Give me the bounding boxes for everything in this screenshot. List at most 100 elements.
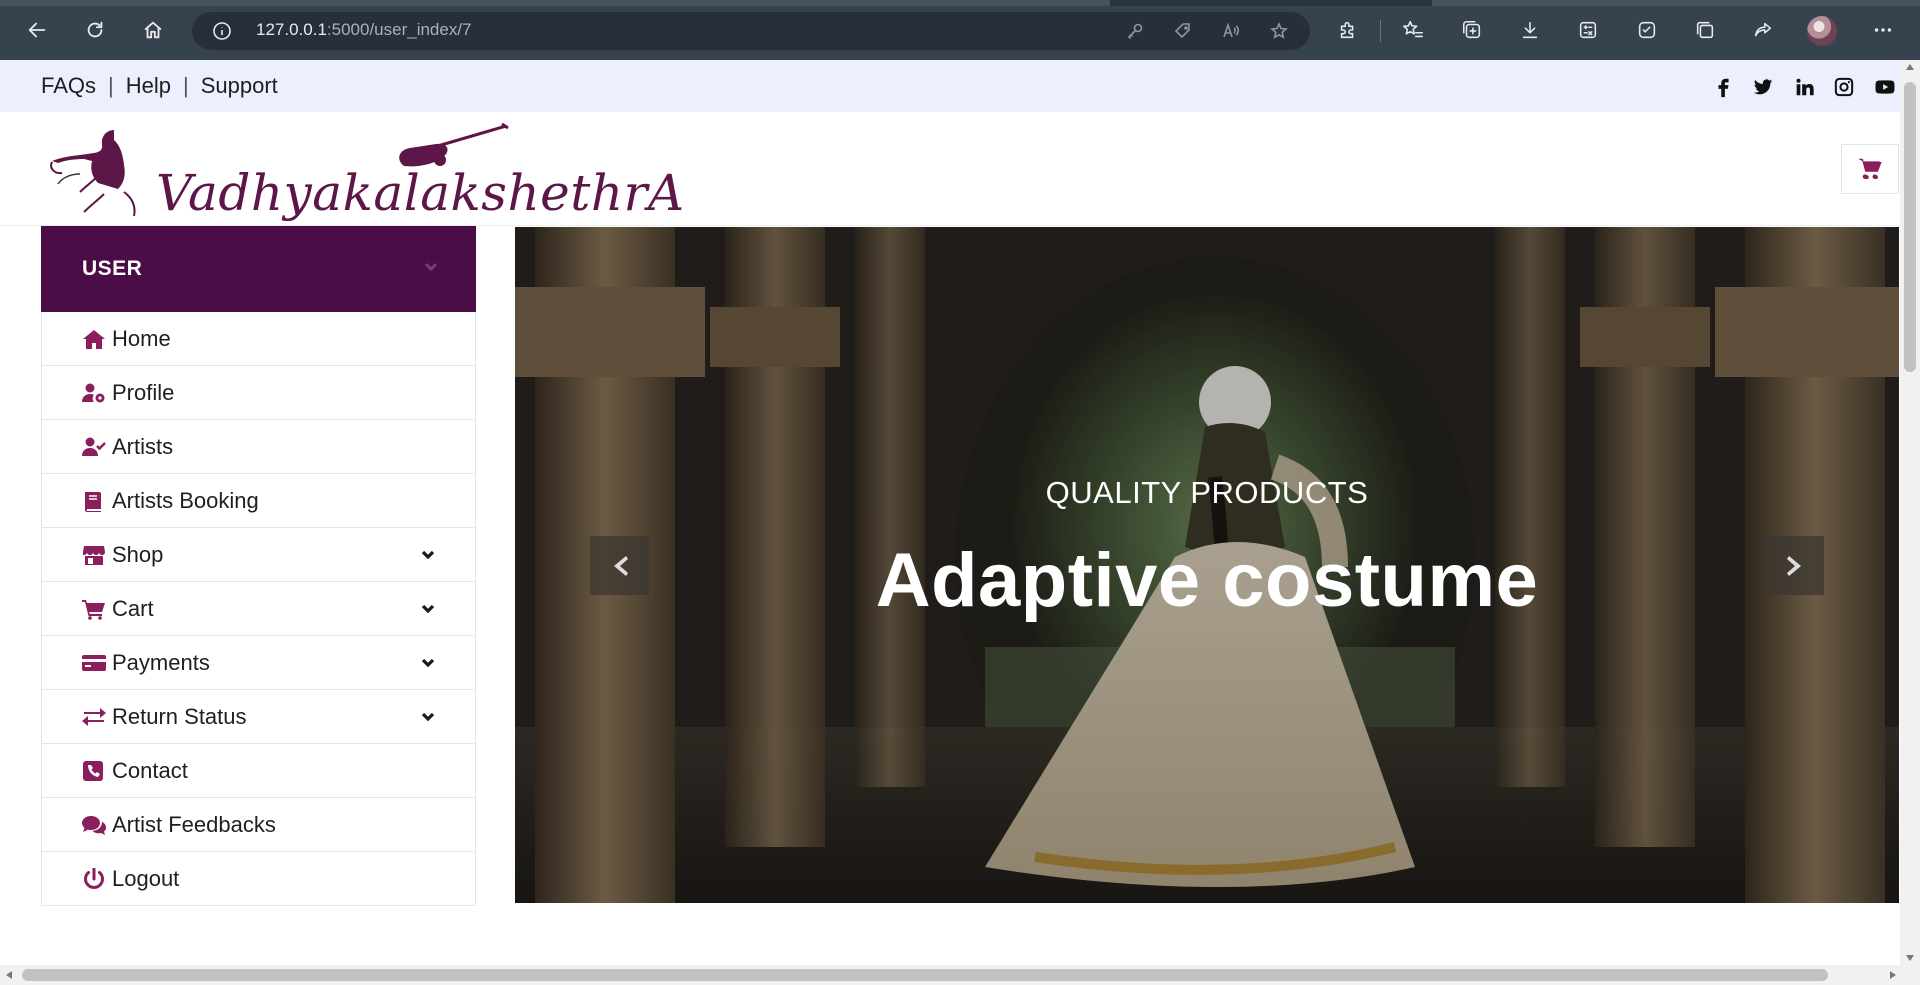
instagram-icon[interactable] [1832, 75, 1856, 99]
sidebar-item-label: Artists Booking [112, 487, 259, 513]
sidebar-item-label: Return Status [112, 703, 247, 729]
horizontal-scroll-thumb[interactable] [22, 969, 1828, 981]
sidebar-item-contact[interactable]: Contact [41, 744, 476, 798]
sidebar-item-shop[interactable]: Shop [41, 528, 476, 582]
browser-essentials-button[interactable] [1632, 15, 1662, 45]
key-icon[interactable] [1126, 22, 1144, 40]
youtube-icon[interactable] [1873, 75, 1897, 99]
vertical-scroll-thumb[interactable] [1904, 82, 1916, 372]
link-separator: | [182, 73, 189, 98]
settings-more-button[interactable] [1868, 15, 1898, 45]
home-icon [82, 328, 108, 350]
back-button[interactable] [21, 14, 53, 46]
user-check-icon [82, 436, 108, 458]
hero-carousel: QUALITY PRODUCTS Adaptive costume [515, 227, 1899, 903]
url-text[interactable]: 127.0.0.1:5000/user_index/7 [256, 20, 472, 40]
favorite-add-icon[interactable] [1270, 22, 1288, 40]
chevron-down-icon [421, 602, 435, 616]
sidebar-item-label: Home [112, 325, 171, 351]
browser-toolbar: 127.0.0.1:5000/user_index/7 [0, 0, 1920, 60]
extensions-button[interactable] [1333, 15, 1363, 45]
share-icon [1754, 22, 1772, 37]
tab-actions-button[interactable] [1690, 15, 1720, 45]
scroll-up-icon[interactable] [1906, 64, 1914, 70]
star-list-icon [1403, 20, 1423, 38]
top-info-bar: FAQs | Help | Support [0, 60, 1900, 112]
faqs-link[interactable]: FAQs [41, 73, 96, 99]
site-info-icon[interactable] [212, 21, 232, 41]
vertical-scrollbar[interactable] [1900, 60, 1920, 965]
sidebar-item-profile[interactable]: Profile [41, 366, 476, 420]
math-solver-icon [1579, 21, 1597, 39]
sidebar-item-logout[interactable]: Logout [41, 852, 476, 906]
chevron-down-icon [421, 548, 435, 562]
exchange-icon [82, 706, 108, 728]
chevron-right-icon [1786, 555, 1801, 576]
chevron-down-icon [424, 260, 438, 274]
hero-kicker: QUALITY PRODUCTS [1045, 475, 1369, 510]
sidebar-item-return-status[interactable]: Return Status [41, 690, 476, 744]
carousel-prev-button[interactable] [590, 536, 649, 595]
sidebar-item-label: Profile [112, 379, 175, 405]
read-aloud-icon[interactable] [1222, 22, 1240, 40]
chevron-down-icon [421, 656, 435, 670]
browser-tab[interactable] [1432, 0, 1920, 6]
house-icon [144, 21, 162, 39]
tag-icon[interactable] [1174, 22, 1192, 40]
header-cart-button[interactable] [1841, 144, 1899, 194]
browser-tab[interactable] [0, 0, 1110, 6]
cart-icon [82, 598, 108, 620]
refresh-button[interactable] [79, 14, 111, 46]
sidebar-item-label: Contact [112, 757, 188, 783]
hero-headline: Adaptive costume [875, 538, 1539, 623]
sidebar-item-artist-feedbacks[interactable]: Artist Feedbacks [41, 798, 476, 852]
comments-icon [82, 814, 108, 836]
home-button[interactable] [137, 14, 169, 46]
browser-tab-strip [0, 0, 1920, 6]
sidebar-header[interactable]: USER [41, 226, 476, 312]
sidebar-item-label: Cart [112, 595, 154, 621]
facebook-icon[interactable] [1712, 75, 1736, 99]
share-button[interactable] [1748, 15, 1778, 45]
tabs-icon [1696, 21, 1714, 39]
favorites-button[interactable] [1398, 15, 1428, 45]
site-logo[interactable]: VadhyakalakshethrA [44, 122, 704, 222]
chevron-down-icon [421, 710, 435, 724]
address-bar[interactable]: 127.0.0.1:5000/user_index/7 [192, 12, 1310, 50]
more-icon [1874, 28, 1892, 32]
math-solver-button[interactable] [1573, 15, 1603, 45]
carousel-next-button[interactable] [1765, 536, 1824, 595]
sidebar-item-label: Artists [112, 433, 174, 459]
support-link[interactable]: Support [201, 73, 278, 99]
collections-button[interactable] [1457, 15, 1487, 45]
user-sidebar: USER Home Profile Artists Artists Bookin… [41, 226, 476, 906]
sidebar-item-label: Logout [112, 865, 180, 891]
sidebar-item-artists-booking[interactable]: Artists Booking [41, 474, 476, 528]
sidebar-item-artists[interactable]: Artists [41, 420, 476, 474]
downloads-button[interactable] [1515, 15, 1545, 45]
chevron-left-icon [613, 555, 628, 576]
linkedin-icon[interactable] [1792, 75, 1816, 99]
sidebar-item-home[interactable]: Home [41, 312, 476, 366]
url-host: 127.0.0.1 [256, 20, 327, 39]
store-icon [82, 544, 108, 566]
download-icon [1522, 21, 1538, 39]
help-link[interactable]: Help [126, 73, 171, 99]
link-separator: | [108, 73, 114, 98]
scroll-down-icon[interactable] [1906, 955, 1914, 961]
collections-icon [1462, 20, 1481, 39]
top-links: FAQs | Help | Support [41, 73, 278, 99]
sidebar-item-payments[interactable]: Payments [41, 636, 476, 690]
sidebar-item-cart[interactable]: Cart [41, 582, 476, 636]
horizontal-scrollbar[interactable] [0, 965, 1920, 985]
twitter-icon[interactable] [1751, 75, 1775, 99]
sidebar-item-label: Payments [112, 649, 210, 675]
book-icon [82, 490, 108, 512]
refresh-icon [87, 21, 103, 38]
sidebar-item-label: Shop [112, 541, 164, 567]
power-icon [82, 867, 108, 890]
scroll-right-icon[interactable] [1890, 971, 1896, 979]
scroll-left-icon[interactable] [6, 971, 12, 979]
profile-avatar[interactable] [1807, 16, 1837, 46]
cart-icon [1859, 158, 1882, 180]
